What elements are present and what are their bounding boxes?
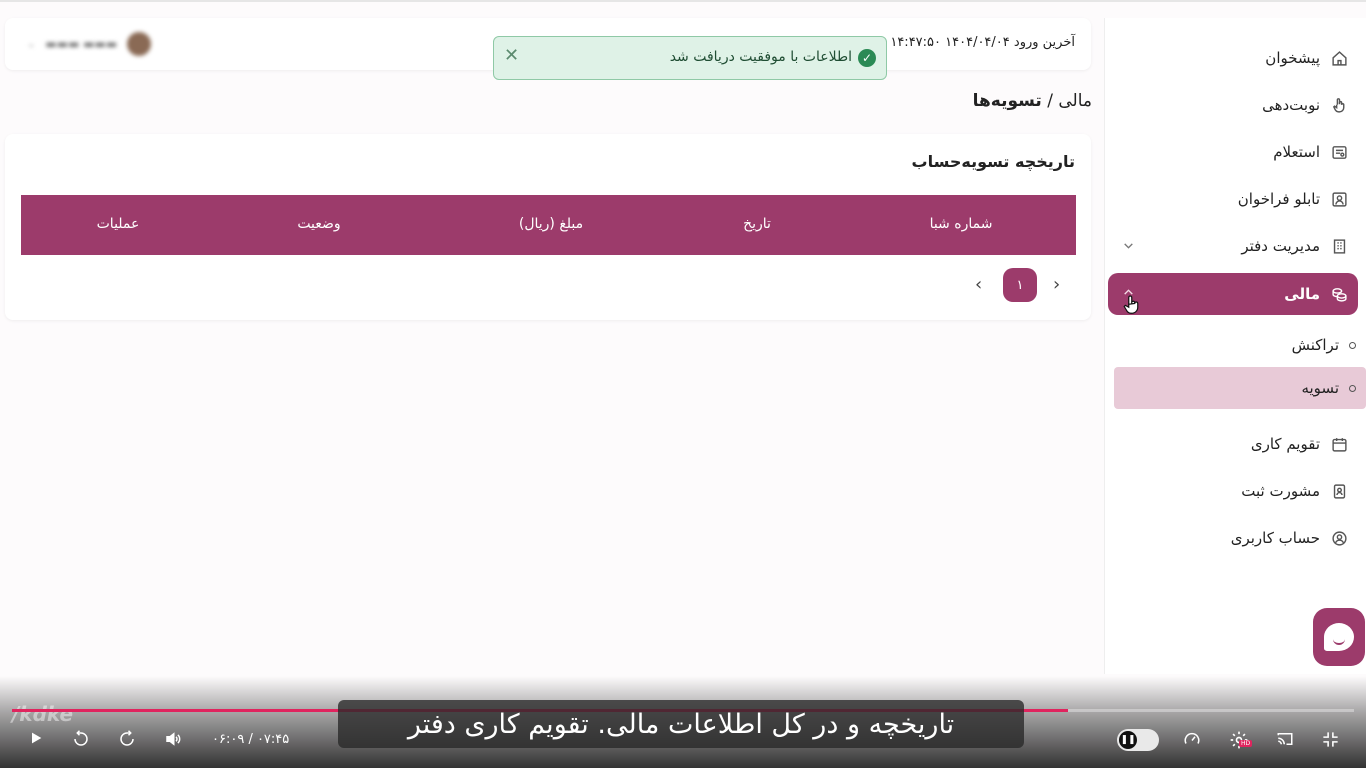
page-button-current[interactable]: ۱ bbox=[1003, 268, 1037, 302]
sidebar-item-registration-consult[interactable]: مشورت ثبت bbox=[1108, 471, 1358, 511]
table-header: شماره شبا تاریخ مبلغ (ریال) وضعیت عملیات bbox=[21, 195, 1076, 255]
last-login-value: ۱۴۰۴/۰۴/۰۴ ۱۴:۴۷:۵۰ bbox=[890, 35, 1010, 50]
building-icon bbox=[1330, 237, 1348, 255]
sidebar-item-label: تابلو فراخوان bbox=[1237, 190, 1320, 208]
chevron-right-icon[interactable]: › bbox=[1053, 274, 1060, 295]
check-circle-icon: ✓ bbox=[858, 49, 876, 67]
user-name-blurred: ▬▬▬ ▬▬▬ bbox=[45, 37, 118, 51]
last-login-label: آخرین ورود bbox=[1013, 35, 1075, 50]
volume-icon[interactable] bbox=[163, 730, 183, 753]
top-divider bbox=[0, 0, 1366, 2]
sidebar-item-work-calendar[interactable]: تقویم کاری bbox=[1108, 424, 1358, 464]
subtitle-caption: تاریخچه و در کل اطلاعات مالی. تقویم کاری… bbox=[338, 700, 1024, 748]
chevron-left-icon[interactable]: ‹ bbox=[975, 274, 982, 295]
sidebar-subitem-label: تراکنش bbox=[1291, 336, 1339, 354]
chevron-down-icon: ⌄ bbox=[27, 38, 36, 50]
playback-time: ۰۶:۰۹ / ۰۷:۴۵ bbox=[212, 732, 290, 747]
cast-icon[interactable] bbox=[1275, 730, 1295, 753]
column-header-status: وضعیت bbox=[297, 216, 341, 232]
bullet-icon bbox=[1349, 341, 1356, 349]
column-header-amount: مبلغ (ریال) bbox=[518, 216, 584, 232]
sidebar-item-label: مالی bbox=[1284, 285, 1320, 303]
card-title: تاریخچه تسویه‌حساب bbox=[911, 152, 1076, 171]
breadcrumb: مالی / تسویه‌ها bbox=[973, 91, 1092, 111]
sidebar-item-label: پیشخوان bbox=[1265, 49, 1320, 67]
bullet-icon bbox=[1349, 384, 1356, 392]
board-icon bbox=[1330, 190, 1348, 208]
breadcrumb-parent[interactable]: مالی bbox=[1058, 91, 1092, 111]
calendar-icon bbox=[1330, 435, 1348, 453]
hand-pointer-icon bbox=[1330, 96, 1348, 114]
column-header-sheba: شماره شبا bbox=[929, 216, 993, 232]
sidebar-item-dashboard[interactable]: پیشخوان bbox=[1108, 38, 1358, 78]
avatar bbox=[127, 32, 152, 56]
sidebar-item-label: حساب کاربری bbox=[1230, 529, 1320, 547]
toast-message: اطلاعات با موفقیت دریافت شد bbox=[669, 49, 852, 65]
sidebar: پیشخوان نوبت‌دهی استعلام تابلو فراخوان م… bbox=[1104, 18, 1366, 674]
last-login: آخرین ورود ۱۴۰۴/۰۴/۰۴ ۱۴:۴۷:۵۰ bbox=[890, 35, 1075, 50]
chat-icon bbox=[1324, 623, 1354, 651]
pagination: ‹ ۱ › bbox=[965, 268, 1075, 304]
hand-cursor-icon bbox=[1122, 294, 1140, 321]
sidebar-subitem-label: تسویه bbox=[1301, 379, 1339, 397]
settlement-history-card: تاریخچه تسویه‌حساب شماره شبا تاریخ مبلغ … bbox=[5, 134, 1091, 320]
column-header-date: تاریخ bbox=[743, 216, 771, 232]
hd-badge: HD bbox=[1239, 740, 1253, 747]
user-menu[interactable]: ⌄ ▬▬▬ ▬▬▬ bbox=[27, 32, 152, 56]
sidebar-item-label: استعلام bbox=[1273, 143, 1320, 161]
video-player-bar: /kdke تاریخچه و در کل اطلاعات مالی. تقوی… bbox=[0, 676, 1366, 768]
sidebar-item-inquiry[interactable]: استعلام bbox=[1108, 132, 1358, 172]
sidebar-item-office-management[interactable]: مدیریت دفتر bbox=[1108, 226, 1358, 266]
close-icon[interactable]: ✕ bbox=[504, 45, 519, 66]
autoplay-toggle[interactable]: ❚❚ bbox=[1117, 729, 1159, 751]
forward-5-icon[interactable] bbox=[118, 730, 136, 753]
sidebar-item-label: مدیریت دفتر bbox=[1241, 237, 1320, 255]
support-chat-button[interactable] bbox=[1313, 608, 1365, 666]
breadcrumb-separator: / bbox=[1041, 91, 1059, 111]
sidebar-item-finance[interactable]: مالی bbox=[1108, 273, 1358, 315]
consult-icon bbox=[1330, 482, 1348, 500]
chevron-down-icon bbox=[1122, 238, 1135, 256]
home-icon bbox=[1330, 49, 1348, 67]
sidebar-item-label: نوبت‌دهی bbox=[1262, 96, 1320, 114]
pause-icon: ❚❚ bbox=[1119, 731, 1137, 749]
watermark-text: /kdke bbox=[12, 702, 74, 726]
sidebar-item-user-account[interactable]: حساب کاربری bbox=[1108, 518, 1358, 558]
sidebar-item-board[interactable]: تابلو فراخوان bbox=[1108, 179, 1358, 219]
inquiry-icon bbox=[1330, 143, 1348, 161]
rewind-5-icon[interactable] bbox=[72, 730, 90, 753]
speed-icon[interactable] bbox=[1182, 730, 1202, 753]
exit-fullscreen-icon[interactable] bbox=[1321, 730, 1340, 754]
sidebar-item-label: مشورت ثبت bbox=[1241, 482, 1320, 500]
sidebar-item-label: تقویم کاری bbox=[1250, 435, 1320, 453]
user-circle-icon bbox=[1330, 529, 1348, 547]
sidebar-subitem-settlement[interactable]: تسویه bbox=[1114, 367, 1366, 409]
success-toast: ✓ اطلاعات با موفقیت دریافت شد ✕ bbox=[493, 36, 887, 80]
sidebar-item-appointments[interactable]: نوبت‌دهی bbox=[1108, 85, 1358, 125]
coins-icon bbox=[1330, 285, 1348, 303]
sidebar-subitem-transactions[interactable]: تراکنش bbox=[1114, 324, 1366, 366]
play-icon[interactable] bbox=[28, 730, 44, 751]
breadcrumb-current: تسویه‌ها bbox=[972, 91, 1042, 111]
column-header-actions: عملیات bbox=[96, 216, 140, 232]
